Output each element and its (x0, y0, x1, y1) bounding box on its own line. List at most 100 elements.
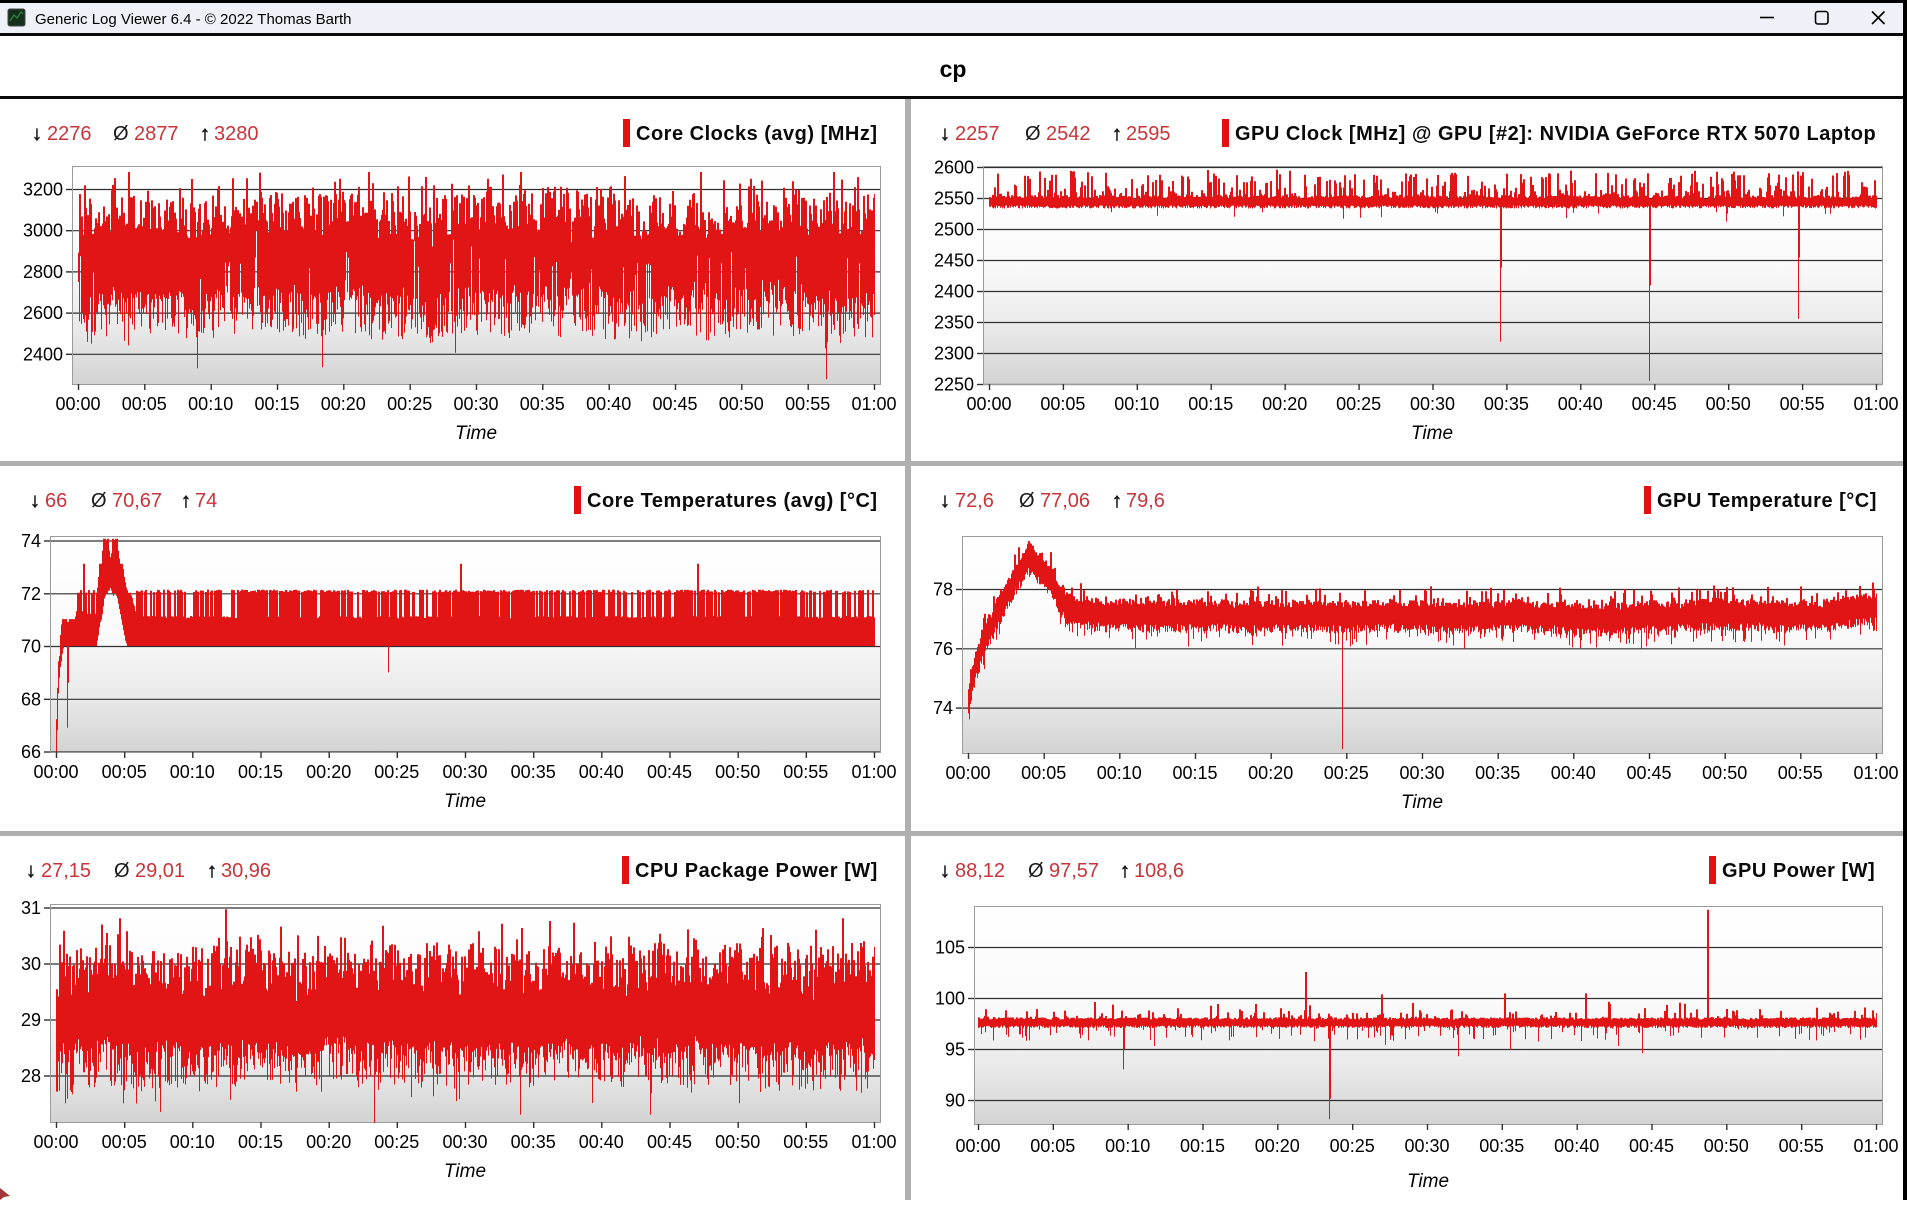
svg-text:00:00: 00:00 (55, 394, 100, 414)
svg-text:00:10: 00:10 (188, 394, 233, 414)
svg-text:00:30: 00:30 (442, 762, 487, 782)
svg-text:Ø: Ø (114, 860, 130, 882)
svg-text:00:05: 00:05 (102, 762, 147, 782)
svg-text:74: 74 (933, 698, 953, 718)
svg-text:2595: 2595 (1126, 123, 1171, 145)
svg-text:77,06: 77,06 (1040, 490, 1090, 512)
svg-text:cp: cp (940, 56, 967, 82)
svg-text:00:05: 00:05 (1030, 1136, 1075, 1156)
svg-text:00:20: 00:20 (1262, 394, 1307, 414)
svg-text:00:10: 00:10 (1105, 1136, 1150, 1156)
svg-text:2350: 2350 (934, 313, 974, 333)
svg-text:78: 78 (933, 580, 953, 600)
svg-text:00:20: 00:20 (1248, 763, 1293, 783)
svg-text:00:15: 00:15 (1180, 1136, 1225, 1156)
svg-text:28: 28 (21, 1066, 41, 1086)
svg-text:00:55: 00:55 (1780, 394, 1825, 414)
svg-text:↑: ↑ (1112, 490, 1122, 512)
svg-text:01:00: 01:00 (1853, 1136, 1898, 1156)
svg-text:00:25: 00:25 (1330, 1136, 1375, 1156)
svg-text:00:50: 00:50 (715, 762, 760, 782)
svg-text:Time: Time (1401, 792, 1443, 813)
svg-text:↑: ↑ (1112, 123, 1122, 145)
svg-text:2500: 2500 (934, 220, 974, 240)
svg-text:00:30: 00:30 (1399, 763, 1444, 783)
svg-text:00:15: 00:15 (238, 762, 283, 782)
svg-text:↑: ↑ (207, 860, 217, 882)
svg-text:Ø: Ø (1028, 860, 1044, 882)
svg-text:00:55: 00:55 (783, 1132, 828, 1152)
svg-text:30,96: 30,96 (221, 860, 271, 882)
svg-text:00:40: 00:40 (1558, 394, 1603, 414)
svg-text:↓: ↓ (26, 860, 36, 882)
svg-text:Time: Time (1411, 423, 1453, 444)
svg-text:2300: 2300 (934, 344, 974, 364)
svg-text:3280: 3280 (214, 123, 259, 145)
svg-text:00:15: 00:15 (1188, 394, 1233, 414)
svg-text:Ø: Ø (1019, 490, 1035, 512)
svg-text:01:00: 01:00 (851, 1132, 896, 1152)
svg-text:2600: 2600 (934, 158, 974, 178)
svg-text:00:30: 00:30 (1410, 394, 1455, 414)
svg-text:00:35: 00:35 (1475, 763, 1520, 783)
svg-text:↓: ↓ (940, 490, 950, 512)
svg-text:72: 72 (21, 584, 41, 604)
svg-text:00:15: 00:15 (254, 394, 299, 414)
svg-text:00:50: 00:50 (715, 1132, 760, 1152)
svg-text:00:50: 00:50 (1706, 394, 1751, 414)
svg-text:00:35: 00:35 (520, 394, 565, 414)
svg-text:00:45: 00:45 (647, 762, 692, 782)
svg-text:76: 76 (933, 639, 953, 659)
svg-text:74: 74 (21, 531, 41, 551)
svg-text:66: 66 (45, 490, 67, 512)
svg-text:70: 70 (21, 637, 41, 657)
svg-text:01:00: 01:00 (851, 762, 896, 782)
svg-text:2550: 2550 (934, 189, 974, 209)
svg-text:00:45: 00:45 (1626, 763, 1671, 783)
svg-text:70,67: 70,67 (112, 490, 162, 512)
svg-text:Ø: Ø (1025, 123, 1041, 145)
svg-text:00:00: 00:00 (33, 1132, 78, 1152)
svg-text:00:30: 00:30 (442, 1132, 487, 1152)
svg-text:01:00: 01:00 (851, 394, 896, 414)
svg-text:00:50: 00:50 (1704, 1136, 1749, 1156)
svg-text:29,01: 29,01 (135, 860, 185, 882)
svg-text:GPU Power [W]: GPU Power [W] (1722, 860, 1875, 882)
svg-text:00:40: 00:40 (586, 394, 631, 414)
svg-text:↓: ↓ (940, 123, 950, 145)
svg-text:↓: ↓ (940, 860, 950, 882)
svg-text:01:00: 01:00 (1853, 763, 1898, 783)
svg-text:00:45: 00:45 (1629, 1136, 1674, 1156)
svg-text:↑: ↑ (181, 490, 191, 512)
svg-text:00:55: 00:55 (785, 394, 830, 414)
svg-text:00:00: 00:00 (33, 762, 78, 782)
svg-text:00:20: 00:20 (306, 762, 351, 782)
svg-text:2250: 2250 (934, 375, 974, 395)
svg-text:00:40: 00:40 (1551, 763, 1596, 783)
svg-text:GPU Clock [MHz] @ GPU [#2]: NV: GPU Clock [MHz] @ GPU [#2]: NVIDIA GeFor… (1235, 123, 1876, 145)
svg-text:00:00: 00:00 (945, 763, 990, 783)
svg-text:00:55: 00:55 (1779, 1136, 1824, 1156)
svg-text:00:45: 00:45 (647, 1132, 692, 1152)
svg-text:00:15: 00:15 (1172, 763, 1217, 783)
svg-text:00:20: 00:20 (321, 394, 366, 414)
svg-text:29: 29 (21, 1010, 41, 1030)
svg-text:00:25: 00:25 (1336, 394, 1381, 414)
svg-text:00:25: 00:25 (387, 394, 432, 414)
svg-text:00:05: 00:05 (122, 394, 167, 414)
svg-text:2257: 2257 (955, 123, 1000, 145)
svg-text:Time: Time (444, 1161, 486, 1182)
svg-text:01:00: 01:00 (1853, 394, 1898, 414)
svg-text:00:50: 00:50 (1702, 763, 1747, 783)
svg-text:00:45: 00:45 (652, 394, 697, 414)
svg-text:00:35: 00:35 (1479, 1136, 1524, 1156)
svg-text:Ø: Ø (91, 490, 107, 512)
svg-text:00:00: 00:00 (966, 394, 1011, 414)
svg-text:2276: 2276 (47, 123, 92, 145)
svg-text:00:50: 00:50 (719, 394, 764, 414)
svg-text:00:05: 00:05 (1040, 394, 1085, 414)
svg-text:Core Temperatures (avg) [°C]: Core Temperatures (avg) [°C] (587, 490, 878, 512)
svg-text:00:25: 00:25 (374, 1132, 419, 1152)
svg-text:00:10: 00:10 (1114, 394, 1159, 414)
svg-text:00:20: 00:20 (306, 1132, 351, 1152)
